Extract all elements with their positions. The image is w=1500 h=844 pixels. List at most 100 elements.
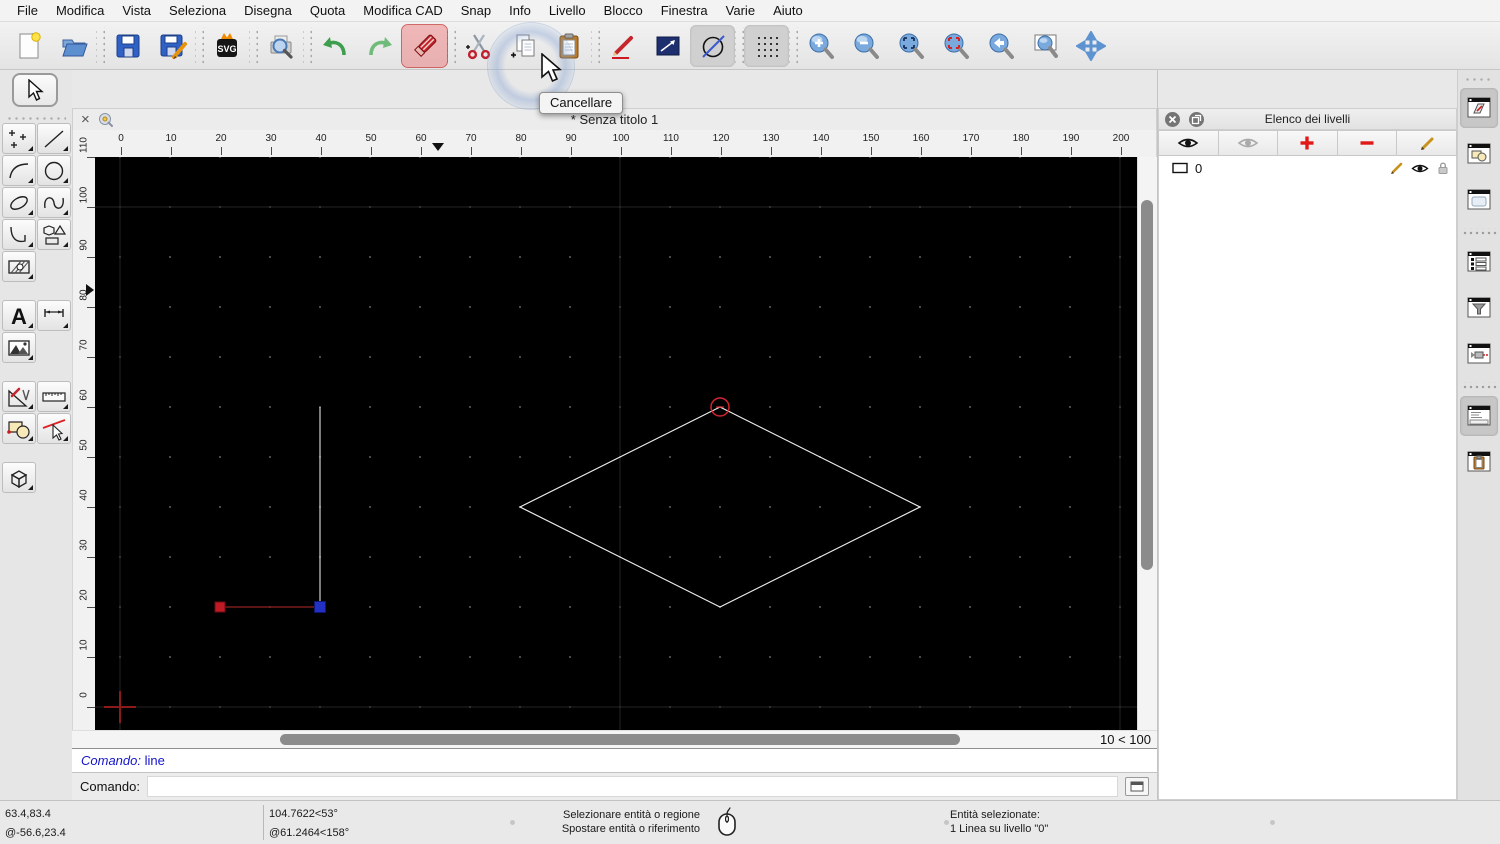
horizontal-scrollbar[interactable]: 10 < 100 xyxy=(72,730,1157,748)
add-layer-button[interactable] xyxy=(1278,130,1338,156)
coordinate-absolute: 63.4,83.4 xyxy=(5,808,51,820)
cut-button[interactable] xyxy=(456,25,501,67)
document-close-icon[interactable]: × xyxy=(81,113,90,127)
redo-button[interactable] xyxy=(357,25,402,67)
previous-view-button[interactable] xyxy=(978,25,1023,67)
line-attributes-button[interactable] xyxy=(645,25,690,67)
line-tool-button[interactable] xyxy=(37,123,71,154)
dimension-tool-button[interactable] xyxy=(37,300,71,331)
command-window-button[interactable] xyxy=(1460,396,1498,436)
vertical-ruler: 0102030405060708090100110 xyxy=(72,157,95,730)
pen-attributes-button[interactable] xyxy=(600,25,645,67)
select-entity-icon xyxy=(41,416,67,442)
palette-drag-handle[interactable] xyxy=(6,113,66,121)
h-ruler-label: 30 xyxy=(265,133,276,144)
selection-info: Entità selezionate: 1 Linea su livello "… xyxy=(950,808,1048,836)
polygon-shapes-tool-button[interactable] xyxy=(37,219,71,250)
panel-close-icon[interactable] xyxy=(1164,111,1181,128)
zoom-out-button[interactable] xyxy=(843,25,888,67)
v-ruler-label: 40 xyxy=(79,489,90,500)
solid-3d-tool-button[interactable] xyxy=(2,462,36,493)
show-all-layers-button[interactable] xyxy=(1158,130,1219,156)
select-entity-tool-button[interactable] xyxy=(37,413,71,444)
vertical-scrollbar-thumb[interactable] xyxy=(1141,200,1153,570)
measure-tool-button[interactable] xyxy=(37,381,71,412)
strip-drag-handle[interactable] xyxy=(1464,74,1494,82)
circle-attributes-button[interactable] xyxy=(690,25,735,67)
save-as-button[interactable] xyxy=(150,25,195,67)
pan-button[interactable] xyxy=(1068,25,1113,67)
filter-window-icon xyxy=(1465,295,1493,321)
grid-toggle-button[interactable] xyxy=(744,25,789,67)
menu-item-blocco[interactable]: Blocco xyxy=(595,0,652,21)
layer-eye-icon[interactable] xyxy=(1411,162,1429,175)
hatch-tool-button[interactable] xyxy=(2,251,36,282)
layer-lock-icon[interactable] xyxy=(1436,161,1450,175)
paste-button[interactable] xyxy=(546,25,591,67)
command-dock-button[interactable] xyxy=(1125,777,1149,796)
layer-row[interactable]: 0 xyxy=(1159,156,1456,180)
library-browser-window-button[interactable] xyxy=(1460,180,1498,220)
menu-item-snap[interactable]: Snap xyxy=(452,0,500,21)
diamond-entity xyxy=(520,407,920,607)
image-tool-button[interactable] xyxy=(2,332,36,363)
drawing-canvas[interactable] xyxy=(95,157,1137,730)
command-input[interactable] xyxy=(147,776,1118,797)
copy-button[interactable] xyxy=(501,25,546,67)
menu-item-info[interactable]: Info xyxy=(500,0,540,21)
spline-tool-button[interactable] xyxy=(37,187,71,218)
undo-button[interactable] xyxy=(312,25,357,67)
layer-edit-pencil-icon[interactable] xyxy=(1389,161,1404,175)
zoom-window-button[interactable] xyxy=(1023,25,1068,67)
filter-window-button[interactable] xyxy=(1460,288,1498,328)
clipboard-window-button[interactable] xyxy=(1460,442,1498,482)
points-tool-button[interactable] xyxy=(2,123,36,154)
horizontal-scrollbar-thumb[interactable] xyxy=(280,734,960,745)
layer-visibility-box-icon[interactable] xyxy=(1172,162,1189,174)
block-list-window-button[interactable] xyxy=(1460,134,1498,174)
menu-item-file[interactable]: File xyxy=(8,0,47,21)
arc-tool-button[interactable] xyxy=(2,155,36,186)
tool-palette: A xyxy=(0,70,72,800)
print-preview-button[interactable] xyxy=(258,25,303,67)
layer-list-window-button[interactable] xyxy=(1460,88,1498,128)
save-button[interactable] xyxy=(105,25,150,67)
zoom-in-button[interactable] xyxy=(798,25,843,67)
circle-tool-button[interactable] xyxy=(37,155,71,186)
zoom-selection-button[interactable] xyxy=(933,25,978,67)
menu-item-aiuto[interactable]: Aiuto xyxy=(764,0,812,21)
menu-item-quota[interactable]: Quota xyxy=(301,0,354,21)
menu-item-livello[interactable]: Livello xyxy=(540,0,595,21)
dock-widget-strip xyxy=(1457,70,1500,800)
clipboard-icon xyxy=(554,31,584,61)
menu-item-seleziona[interactable]: Seleziona xyxy=(160,0,235,21)
ellipse-tool-button[interactable] xyxy=(2,187,36,218)
menu-item-varie[interactable]: Varie xyxy=(717,0,764,21)
text-tool-button[interactable]: A xyxy=(2,300,36,331)
select-tool-button[interactable] xyxy=(12,73,58,107)
remove-layer-button[interactable] xyxy=(1338,130,1398,156)
zoom-auto-button[interactable] xyxy=(888,25,933,67)
plugin-window-button[interactable] xyxy=(1460,334,1498,374)
entity-list-window-button[interactable] xyxy=(1460,242,1498,282)
erase-button[interactable] xyxy=(402,25,447,67)
menu-item-modifica[interactable]: Modifica xyxy=(47,0,113,21)
panel-float-icon[interactable] xyxy=(1188,111,1205,128)
modify-tool-button[interactable] xyxy=(2,381,36,412)
menu-item-vista[interactable]: Vista xyxy=(113,0,160,21)
new-document-button[interactable] xyxy=(6,25,51,67)
menu-item-modifica-cad[interactable]: Modifica CAD xyxy=(354,0,451,21)
edit-layer-button[interactable] xyxy=(1397,130,1457,156)
vertical-scrollbar[interactable] xyxy=(1137,157,1157,730)
blocks-tool-icon xyxy=(6,416,32,442)
hide-all-layers-button[interactable] xyxy=(1219,130,1279,156)
export-svg-button[interactable]: SVG xyxy=(204,25,249,67)
menu-item-disegna[interactable]: Disegna xyxy=(235,0,301,21)
polyline-tool-button[interactable] xyxy=(2,219,36,250)
open-button[interactable] xyxy=(51,25,96,67)
minus-icon xyxy=(1359,135,1375,151)
document-tab-bar: × * Senza titolo 1 xyxy=(72,108,1157,130)
menu-item-finestra[interactable]: Finestra xyxy=(652,0,717,21)
v-ruler-tick xyxy=(87,457,95,458)
blocks-tool-button[interactable] xyxy=(2,413,36,444)
